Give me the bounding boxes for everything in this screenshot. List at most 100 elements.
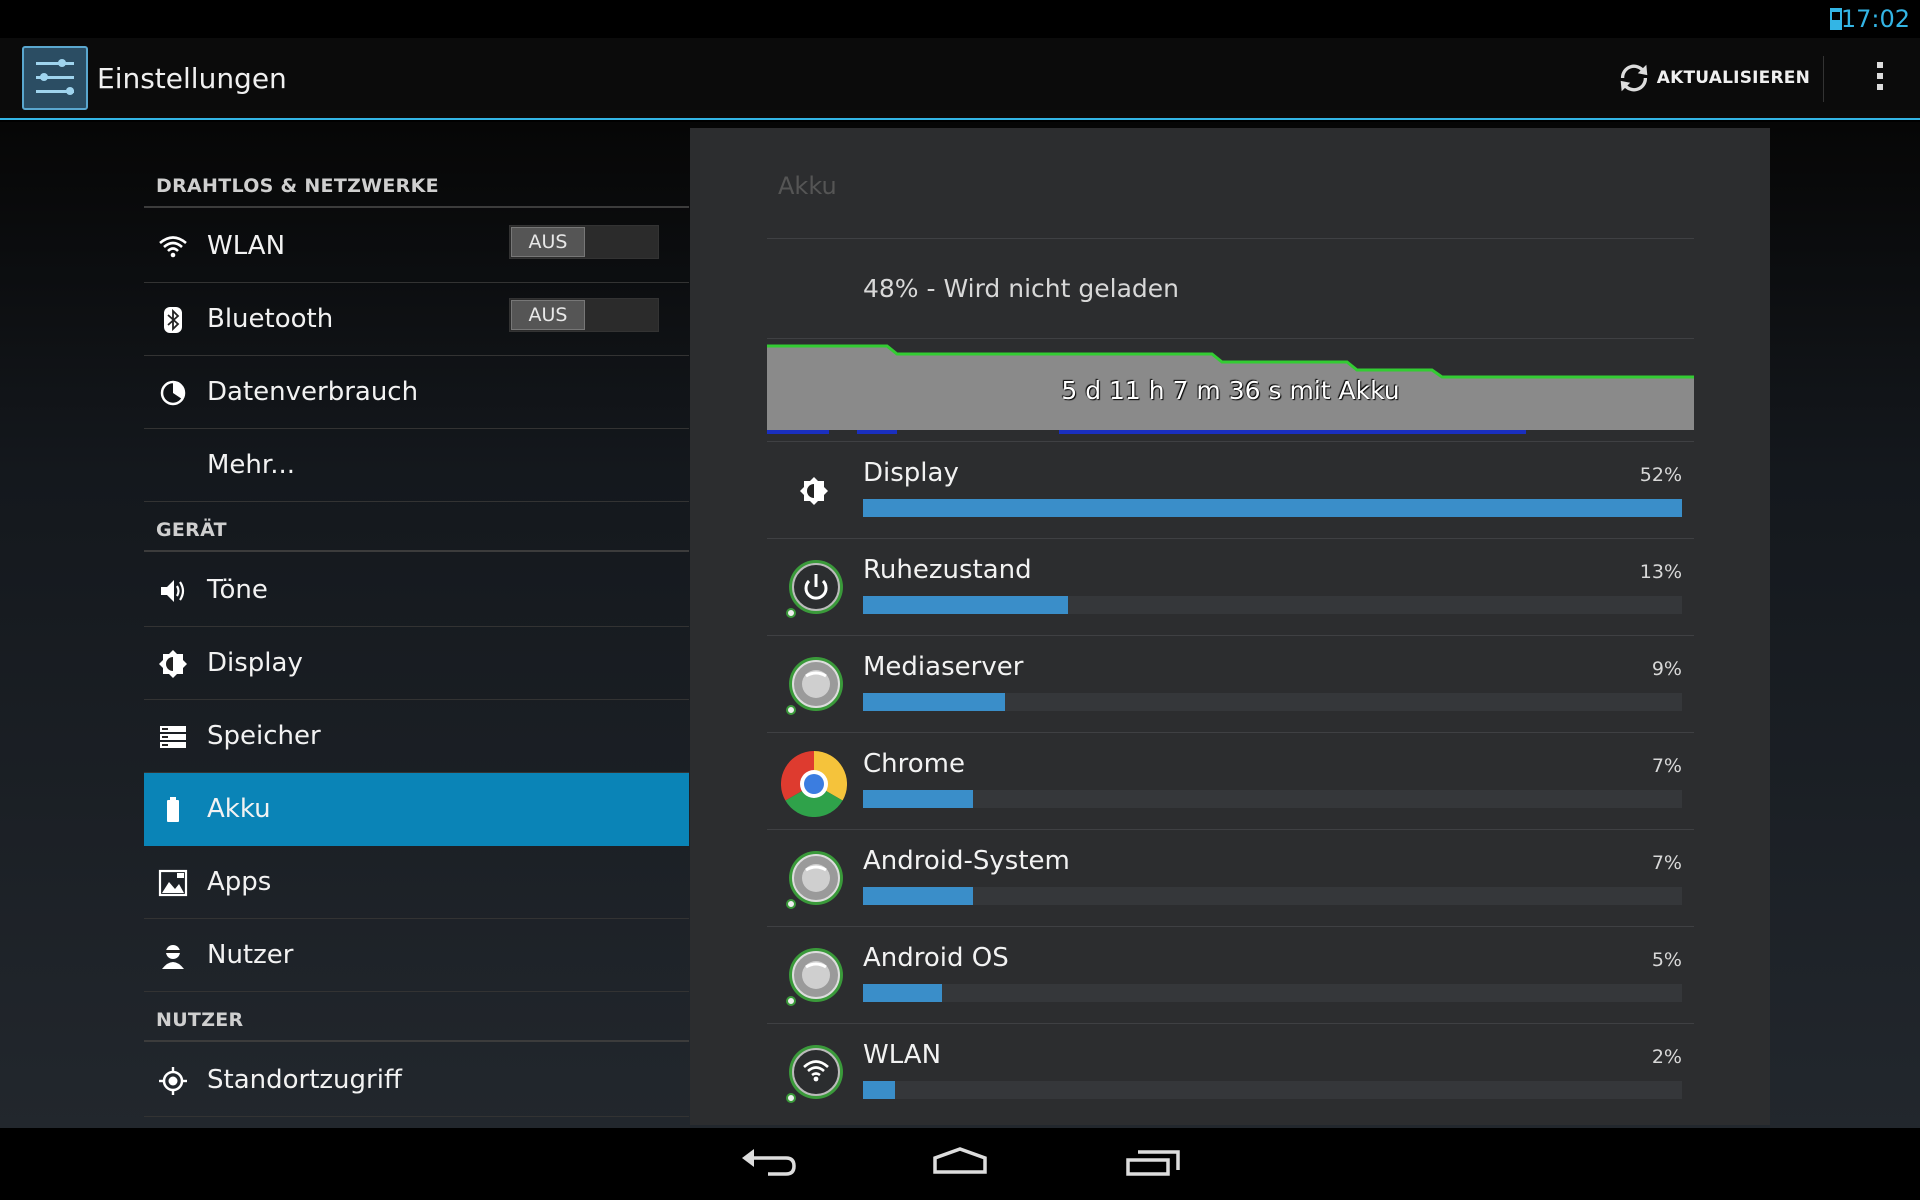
- bluetooth-toggle[interactable]: AUS: [509, 298, 659, 332]
- data-usage-icon: [160, 380, 186, 406]
- usage-bar: [863, 693, 1682, 711]
- toggle-state: AUS: [511, 300, 585, 330]
- usage-percent: 13%: [1639, 561, 1682, 583]
- user-icon: [162, 945, 184, 969]
- volume-icon: [161, 580, 185, 602]
- usage-percent: 7%: [1651, 755, 1682, 777]
- wlan-toggle[interactable]: AUS: [509, 225, 659, 259]
- usage-percent: 2%: [1651, 1046, 1682, 1068]
- sidebar-item-display[interactable]: Display: [144, 627, 689, 700]
- section-header-wireless: DRAHTLOS & NETZWERKE: [144, 172, 689, 208]
- wifi-icon: [159, 236, 187, 258]
- usage-bar: [863, 499, 1682, 517]
- refresh-label: AKTUALISIEREN: [1656, 68, 1810, 88]
- wifi-icon: [786, 1045, 843, 1103]
- usage-row-display[interactable]: Display 52%: [767, 441, 1694, 538]
- usage-bar-fill: [863, 887, 974, 905]
- usage-name: Android-System: [863, 846, 1070, 876]
- android-system-icon: [786, 948, 843, 1006]
- location-icon: [159, 1067, 187, 1095]
- usage-name: Android OS: [863, 943, 1009, 973]
- battery-panel: Akku 48% - Wird nicht geladen 5 d 11 h 7…: [690, 128, 1770, 1125]
- sidebar-item-apps[interactable]: Apps: [144, 846, 689, 919]
- main-content: DRAHTLOS & NETZWERKE WLAN AUS Bluetooth …: [0, 122, 1920, 1128]
- storage-icon: [160, 726, 186, 748]
- usage-bar-fill: [863, 790, 974, 808]
- divider: [767, 238, 1694, 239]
- sidebar-item-location[interactable]: Standortzugriff: [144, 1044, 689, 1117]
- action-bar: Einstellungen AKTUALISIEREN: [0, 38, 1920, 120]
- toggle-state: AUS: [511, 227, 585, 257]
- sidebar-item-label: Apps: [207, 867, 272, 897]
- sidebar-item-label: Datenverbrauch: [207, 377, 419, 407]
- usage-percent: 52%: [1639, 464, 1682, 486]
- refresh-icon: [1620, 64, 1648, 92]
- sidebar-item-sounds[interactable]: Töne: [144, 554, 689, 627]
- sidebar-item-label: Bluetooth: [207, 304, 334, 334]
- usage-bar: [863, 887, 1682, 905]
- sidebar-item-storage[interactable]: Speicher: [144, 700, 689, 773]
- usage-bar: [863, 984, 1682, 1002]
- overflow-menu-icon[interactable]: [1870, 58, 1890, 98]
- section-header-user: NUTZER: [144, 1006, 689, 1042]
- brightness-icon: [800, 477, 828, 505]
- divider: [767, 338, 1694, 339]
- sidebar-item-more[interactable]: Mehr...: [144, 429, 689, 502]
- usage-name: WLAN: [863, 1040, 942, 1070]
- usage-bar-fill: [863, 1081, 895, 1099]
- usage-name: Mediaserver: [863, 652, 1024, 682]
- sidebar-item-label: Display: [207, 648, 303, 678]
- sidebar-item-label: Mehr...: [207, 450, 296, 480]
- usage-bar: [863, 596, 1682, 614]
- usage-name: Chrome: [863, 749, 965, 779]
- back-icon[interactable]: [738, 1138, 798, 1190]
- battery-status: 48% - Wird nicht geladen: [863, 274, 1179, 303]
- battery-graph-label: 5 d 11 h 7 m 36 s mit Akku: [1061, 376, 1400, 405]
- settings-list: DRAHTLOS & NETZWERKE WLAN AUS Bluetooth …: [144, 122, 689, 1128]
- home-icon[interactable]: [930, 1138, 990, 1190]
- usage-row-wlan[interactable]: WLAN 2%: [767, 1023, 1694, 1120]
- usage-bar-fill: [863, 693, 1005, 711]
- usage-bar-fill: [863, 596, 1068, 614]
- usage-name: Ruhezustand: [863, 555, 1032, 585]
- usage-bar: [863, 790, 1682, 808]
- sidebar-item-battery[interactable]: Akku: [144, 773, 689, 846]
- usage-percent: 7%: [1651, 852, 1682, 874]
- status-bar: 17:02: [0, 0, 1920, 38]
- usage-row-android-os[interactable]: Android OS 5%: [767, 926, 1694, 1023]
- section-header-device: GERÄT: [144, 516, 689, 552]
- android-system-icon: [786, 657, 843, 715]
- chrome-icon: [781, 751, 847, 817]
- sidebar-item-label: Akku: [207, 794, 271, 824]
- usage-bar: [863, 1081, 1682, 1099]
- usage-bar-fill: [863, 984, 942, 1002]
- usage-bar-fill: [863, 499, 1682, 517]
- sidebar-item-wlan[interactable]: WLAN AUS: [144, 210, 689, 283]
- apps-icon: [158, 869, 188, 897]
- clock: 17:02: [1840, 5, 1910, 33]
- sidebar-item-users[interactable]: Nutzer: [144, 919, 689, 992]
- sidebar-item-label: Standortzugriff: [207, 1065, 402, 1095]
- action-bar-divider: [1823, 56, 1824, 102]
- navigation-bar: [0, 1128, 1920, 1200]
- recent-apps-icon[interactable]: [1124, 1138, 1184, 1190]
- usage-name: Display: [863, 458, 959, 488]
- usage-percent: 5%: [1651, 949, 1682, 971]
- refresh-button[interactable]: AKTUALISIEREN: [1615, 54, 1810, 102]
- usage-row-sleep[interactable]: Ruhezustand 13%: [767, 538, 1694, 635]
- settings-sliders-icon[interactable]: [22, 46, 88, 110]
- usage-row-android-system[interactable]: Android-System 7%: [767, 829, 1694, 926]
- sidebar-item-data-usage[interactable]: Datenverbrauch: [144, 356, 689, 429]
- sidebar-item-label: WLAN: [207, 231, 286, 261]
- sidebar-item-label: Töne: [207, 575, 268, 605]
- brightness-icon: [159, 650, 187, 678]
- app-title: Einstellungen: [97, 62, 287, 95]
- sidebar-item-bluetooth[interactable]: Bluetooth AUS: [144, 283, 689, 356]
- usage-row-chrome[interactable]: Chrome 7%: [767, 732, 1694, 829]
- sidebar-item-label: Nutzer: [207, 940, 294, 970]
- power-icon: [786, 560, 843, 618]
- usage-row-mediaserver[interactable]: Mediaserver 9%: [767, 635, 1694, 732]
- sidebar-item-label: Speicher: [207, 721, 321, 751]
- bluetooth-icon: [164, 307, 182, 333]
- android-system-icon: [786, 851, 843, 909]
